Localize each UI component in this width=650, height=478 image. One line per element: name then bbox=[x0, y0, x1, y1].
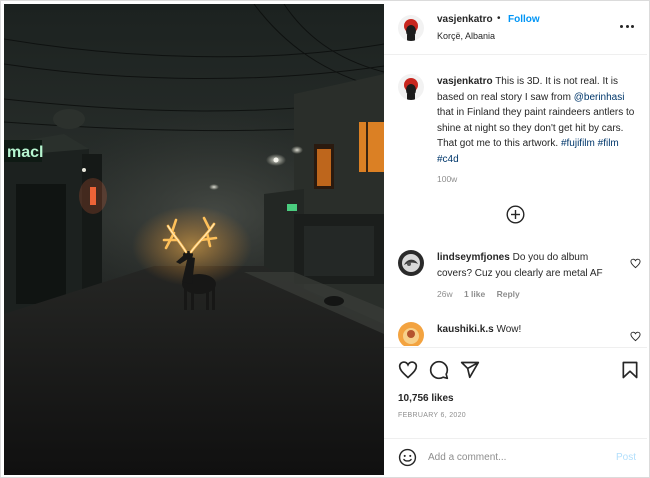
avatar-image bbox=[398, 250, 424, 276]
caption-mention[interactable]: @berinhasi bbox=[574, 92, 625, 103]
more-options-icon[interactable] bbox=[619, 18, 635, 34]
comment-text: kaushiki.k.s Wow! bbox=[437, 324, 521, 335]
commenter-username[interactable]: kaushiki.k.s bbox=[437, 324, 494, 335]
hashtag[interactable]: #fujifilm bbox=[561, 138, 595, 149]
caption-avatar[interactable] bbox=[398, 74, 424, 100]
comment-timestamp[interactable]: 26w bbox=[437, 289, 453, 299]
author-avatar[interactable] bbox=[398, 15, 424, 41]
neon-sign-text: macl bbox=[7, 144, 43, 161]
heart-icon[interactable] bbox=[398, 360, 418, 380]
post-date[interactable]: FEBRUARY 6, 2020 bbox=[398, 412, 466, 419]
commenter-avatar[interactable] bbox=[398, 250, 424, 276]
follow-button[interactable]: Follow bbox=[508, 14, 540, 25]
caption-text: vasjenkatro This is 3D. It is not real. … bbox=[437, 74, 642, 167]
post-comment-button[interactable]: Post bbox=[616, 452, 636, 463]
avatar-image bbox=[398, 74, 424, 100]
emoji-icon[interactable] bbox=[398, 448, 417, 467]
caption-timestamp[interactable]: 100w bbox=[437, 174, 457, 184]
post-actions: 10,756 likes FEBRUARY 6, 2020 bbox=[384, 347, 647, 432]
commenter-avatar[interactable] bbox=[398, 322, 424, 346]
avatar-image bbox=[398, 322, 424, 346]
hashtag[interactable]: #film bbox=[598, 138, 619, 149]
reply-button[interactable]: Reply bbox=[497, 289, 520, 299]
send-icon[interactable] bbox=[460, 360, 480, 380]
post-header: vasjenkatro • Follow Korçë, Albania bbox=[384, 4, 647, 55]
hashtag[interactable]: #c4d bbox=[437, 154, 459, 165]
avatar-image bbox=[398, 15, 424, 41]
add-comment-bar: Post bbox=[384, 438, 647, 475]
post-location[interactable]: Korçë, Albania bbox=[437, 31, 495, 41]
post-side-panel: vasjenkatro • Follow Korçë, Albania vasj… bbox=[384, 4, 647, 475]
comment-heart-icon[interactable] bbox=[630, 329, 641, 342]
comment-meta: 26w 1 like Reply bbox=[437, 289, 529, 299]
comment-likes[interactable]: 1 like bbox=[464, 289, 485, 299]
post-photo[interactable]: macl bbox=[4, 4, 384, 475]
comment-heart-icon[interactable] bbox=[630, 256, 641, 269]
caption-username[interactable]: vasjenkatro bbox=[437, 76, 493, 87]
plus-circle-icon[interactable] bbox=[506, 205, 525, 224]
foggy-street-with-glowing-deer-image: macl bbox=[4, 4, 384, 475]
commenter-username[interactable]: lindseymfjones bbox=[437, 252, 510, 263]
header-separator: • bbox=[497, 13, 501, 24]
post-dialog: macl vasjenkatro • Follow Korçë, Albania… bbox=[0, 0, 650, 478]
comment-body: Wow! bbox=[496, 324, 522, 335]
author-username[interactable]: vasjenkatro bbox=[437, 14, 493, 25]
comments-list[interactable]: vasjenkatro This is 3D. It is not real. … bbox=[384, 56, 647, 346]
add-comment-input[interactable] bbox=[428, 448, 603, 467]
bookmark-icon[interactable] bbox=[620, 360, 640, 380]
comment-text: lindseymfjones Do you do album covers? C… bbox=[437, 250, 622, 281]
comment-icon[interactable] bbox=[429, 360, 449, 380]
likes-count[interactable]: 10,756 likes bbox=[398, 393, 454, 404]
